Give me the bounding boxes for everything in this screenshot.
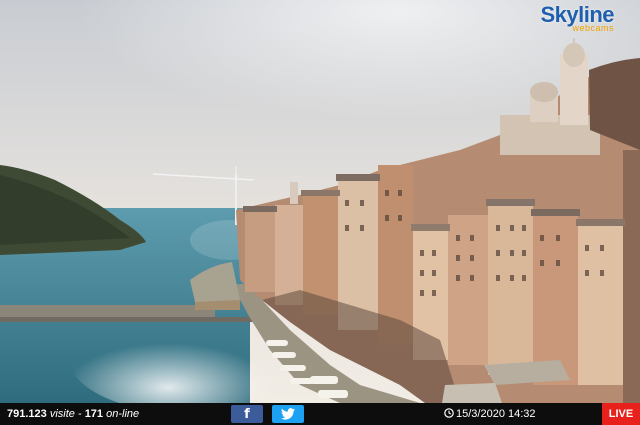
- twitter-bird-icon: [281, 408, 295, 420]
- clock-icon: [444, 408, 454, 418]
- breakwater: [0, 305, 215, 317]
- live-badge[interactable]: LIVE: [602, 403, 640, 425]
- facebook-icon: f: [244, 406, 250, 422]
- datetime-text: 15/3/2020 14:32: [456, 408, 536, 420]
- facebook-share-button[interactable]: f: [231, 405, 263, 423]
- visits-count: 791.123: [7, 408, 47, 420]
- stats-separator: -: [77, 408, 82, 420]
- webcam-image: [0, 0, 640, 403]
- visits-label: visite: [49, 408, 75, 420]
- webcam-view: Skyline webcams 791.123 visite - 171 on-…: [0, 0, 640, 425]
- footer-bar: 791.123 visite - 171 on-line f 15/3/2020…: [0, 403, 640, 425]
- visitor-stats: 791.123 visite - 171 on-line: [7, 408, 139, 420]
- online-label: on-line: [106, 408, 140, 420]
- twitter-share-button[interactable]: [272, 405, 304, 423]
- datetime: 15/3/2020 14:32: [444, 408, 536, 420]
- skyline-webcams-logo[interactable]: Skyline webcams: [540, 4, 614, 33]
- online-count: 171: [84, 408, 104, 420]
